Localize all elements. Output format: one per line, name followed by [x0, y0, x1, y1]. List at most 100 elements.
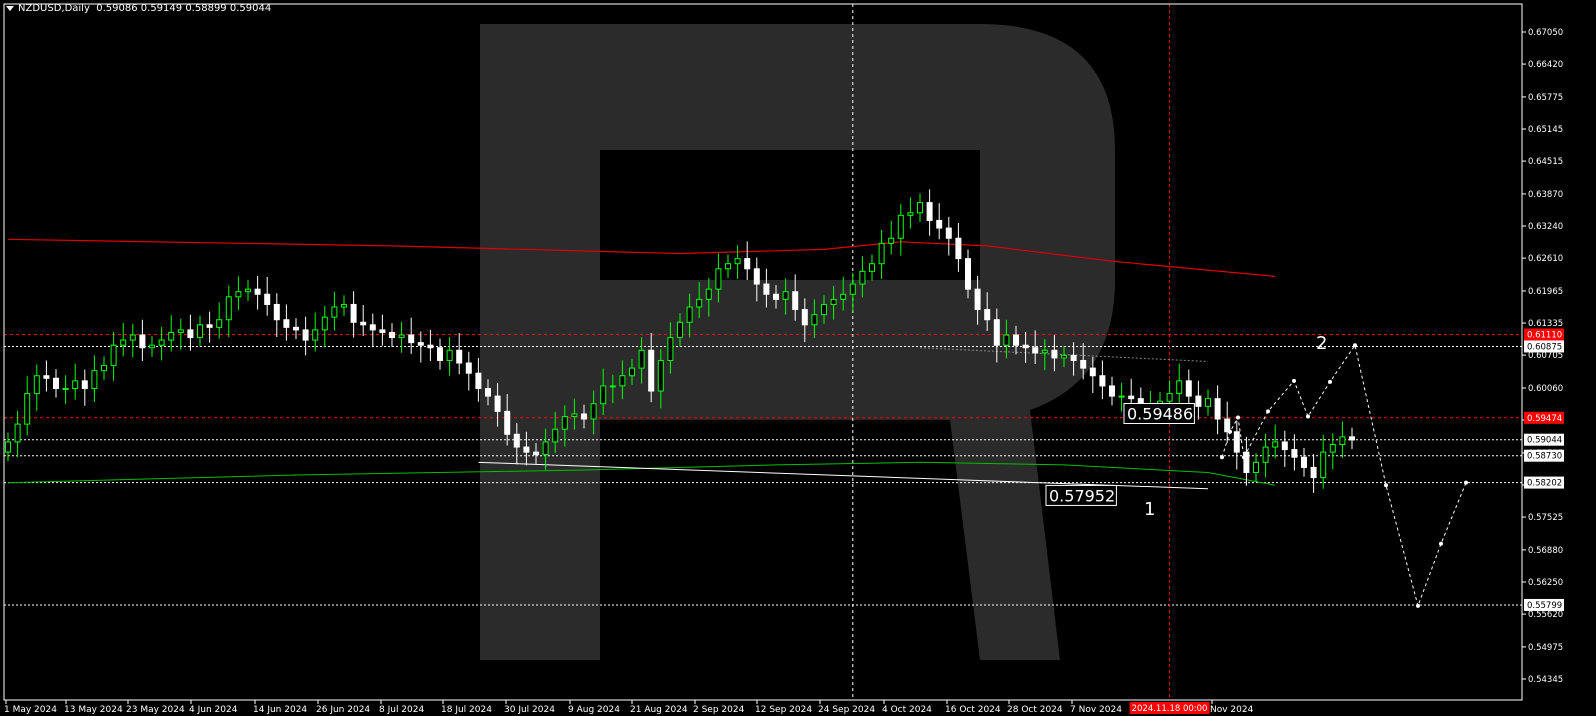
candle-body: [465, 362, 472, 374]
y-tick-label: 0.55620: [1528, 610, 1563, 620]
candle-body: [792, 291, 799, 311]
candle-body: [1061, 354, 1067, 359]
candle-body: [456, 349, 463, 364]
y-tick-label: 0.66420: [1528, 60, 1563, 70]
candle-body: [600, 385, 607, 405]
wave-label-2: 2: [1316, 333, 1327, 354]
candle-body: [1032, 347, 1039, 354]
price-badge-label: 0.59474: [1527, 414, 1562, 424]
candle-body: [561, 415, 568, 430]
annotation-low: 0.57952: [1049, 486, 1115, 505]
candle-body: [139, 334, 146, 349]
candle-body: [177, 329, 184, 333]
candle-body: [725, 263, 731, 270]
candle-body: [216, 319, 223, 328]
candle-body: [475, 372, 482, 389]
x-tick-label: 2 Sep 2024: [693, 705, 745, 715]
watermark-logo: [480, 24, 1115, 660]
candle-body: [437, 347, 443, 361]
candle-body: [1301, 456, 1307, 468]
candle-body: [235, 291, 242, 298]
candle-body: [1013, 334, 1019, 346]
candle-body: [129, 334, 136, 341]
candle-body: [321, 316, 328, 331]
candle-body: [5, 441, 11, 453]
forecast-path: [1220, 343, 1468, 608]
candle-body: [763, 283, 770, 295]
forecast-point: [1384, 483, 1388, 488]
x-tick-label: 7 Nov 2024: [1070, 705, 1122, 715]
y-tick-label: 0.67050: [1528, 28, 1563, 38]
x-tick-label: 30 Jul 2024: [504, 705, 555, 715]
x-tick-label: 23 May 2024: [126, 705, 185, 715]
candle-body: [1349, 436, 1355, 441]
candle-body: [120, 339, 127, 346]
candle-body: [590, 403, 597, 420]
candle-body: [715, 268, 722, 290]
candle-body: [1118, 395, 1125, 398]
candle-body: [1205, 398, 1211, 407]
y-tick-label: 0.62610: [1528, 254, 1563, 264]
candle-body: [513, 433, 520, 448]
candle-body: [72, 380, 79, 389]
candle-body: [984, 309, 991, 321]
candle-body: [312, 329, 319, 341]
candle-body: [1109, 385, 1115, 397]
candle-body: [609, 385, 616, 388]
candle-body: [821, 303, 827, 316]
candle-body: [801, 309, 808, 326]
x-tick-label: 4 Jun 2024: [189, 705, 238, 715]
forecast-point: [1236, 415, 1240, 420]
candle-body: [149, 344, 155, 349]
candle-body: [398, 334, 405, 339]
candle-body: [1329, 443, 1336, 453]
y-tick-label: 0.61965: [1528, 287, 1563, 297]
price-badge-label: 0.61110: [1527, 330, 1562, 340]
candle-body: [379, 329, 386, 333]
price-badge-label: 0.60875: [1527, 342, 1562, 352]
candle-body: [62, 387, 69, 390]
candle-body: [350, 303, 357, 323]
candle-body: [110, 344, 117, 367]
candle-body: [1070, 354, 1077, 361]
price-badge-label: 0.55799: [1527, 601, 1562, 611]
y-tick-label: 0.54975: [1528, 643, 1563, 653]
price-badge-label: 0.58202: [1527, 479, 1562, 489]
candle-body: [907, 212, 914, 216]
candle-body: [341, 303, 347, 308]
candle-body: [168, 331, 175, 341]
candle-body: [936, 219, 943, 229]
candle-body: [408, 334, 415, 344]
candle-body: [1022, 344, 1029, 349]
y-tick-label: 0.61335: [1528, 319, 1563, 329]
x-tick-label: 24 Sep 2024: [818, 705, 875, 715]
y-tick-label: 0.54345: [1528, 675, 1563, 685]
candle-body: [1051, 349, 1058, 359]
y-tick-label: 0.65145: [1528, 125, 1563, 135]
candle-body: [254, 288, 261, 295]
x-tick-label: 1 May 2024: [4, 705, 57, 715]
candle-body: [24, 393, 31, 425]
ma-mid-line: [7, 461, 1276, 486]
x-tick-label: 21 Aug 2024: [630, 705, 688, 715]
forecast-point: [1220, 455, 1224, 460]
candle-body: [33, 375, 40, 395]
candle-body: [830, 298, 837, 305]
forecast-point: [1228, 429, 1232, 434]
candle-body: [369, 324, 376, 331]
candle-body: [955, 237, 962, 260]
candle-body: [533, 451, 539, 456]
candle-body: [1166, 393, 1173, 402]
candle-body: [917, 202, 923, 214]
candle-body: [485, 387, 491, 397]
forecast-point: [1292, 378, 1296, 383]
candle-body: [91, 370, 98, 389]
candle-body: [1262, 446, 1269, 463]
candle-body: [926, 202, 933, 221]
y-tick-label: 0.56880: [1528, 546, 1563, 556]
y-tick-label: 0.60705: [1528, 351, 1563, 361]
price-chart[interactable]: 0.59486 0.57952 2 1 0.67050 0.66420 0.65775 0.…: [0, 0, 1596, 716]
candle-body: [389, 331, 395, 339]
candle-body: [897, 214, 904, 239]
y-tick-label: 0.57525: [1528, 513, 1563, 523]
